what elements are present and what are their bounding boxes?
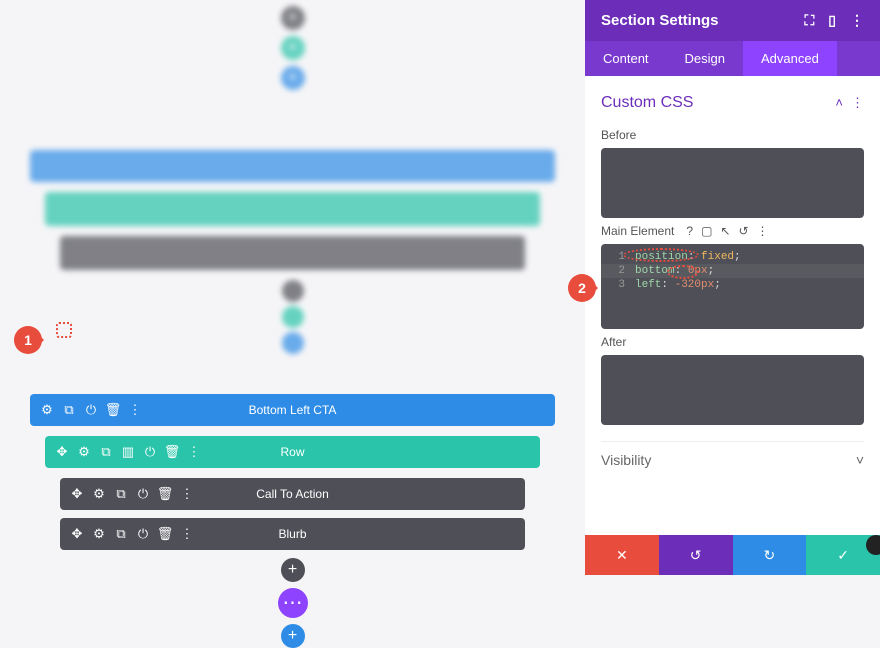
trash-icon[interactable]: 🗑 [106,403,120,417]
panel-title-text: Section Settings [601,12,719,29]
undo-button[interactable]: ↺ [659,535,733,575]
move-icon[interactable]: ✥ [70,527,84,541]
duplicate-icon[interactable]: ⧉ [114,527,128,541]
panel-tabs: Content Design Advanced [585,41,880,76]
tab-design[interactable]: Design [667,41,743,76]
settings-icon[interactable]: ⚙ [92,487,106,501]
blurred-add-section [282,332,304,354]
settings-icon[interactable]: ⚙ [40,403,54,417]
blurred-section-bar [30,150,555,182]
more-icon[interactable]: ⋮ [757,224,769,238]
callout-1-highlight [56,322,72,338]
more-icon[interactable]: ⋮ [180,487,194,501]
panel-body: Custom CSS ˄ ⋮ Before Main Element ? ▢ ↖… [585,76,880,535]
callout-2-highlight-a [623,248,699,262]
before-code-input[interactable] [601,148,864,218]
code-line-3: 3 left: -320px; [601,278,864,292]
callout-2-num: 2 [578,280,586,296]
settings-icon[interactable]: ⚙ [92,527,106,541]
duplicate-icon[interactable]: ⧉ [99,445,113,459]
before-label: Before [601,128,864,142]
module-bar-blurb[interactable]: ✥ ⚙ ⧉ ⏻ 🗑 ⋮ Blurb [60,518,525,550]
module-bar-cta[interactable]: ✥ ⚙ ⧉ ⏻ 🗑 ⋮ Call To Action [60,478,525,510]
callout-2: 2 [568,274,596,302]
more-icon[interactable]: ⋮ [128,403,142,417]
module-label: Call To Action [256,487,329,501]
builder-canvas: + + + ⚙ ⧉ ⏻ 🗑 ⋮ Bottom Left CTA ✥ [0,0,585,575]
panel-header: Section Settings ⛶ ▯ ⋮ Content Design Ad… [585,0,880,76]
chat-bubble[interactable] [866,535,880,555]
tab-content[interactable]: Content [585,41,667,76]
row-bar[interactable]: ✥ ⚙ ⧉ ▥ ⏻ 🗑 ⋮ Row [45,436,540,468]
move-icon[interactable]: ✥ [70,487,84,501]
more-icon[interactable]: ⋮ [187,445,201,459]
trash-icon[interactable]: 🗑 [165,445,179,459]
section-label: Bottom Left CTA [249,403,337,417]
visibility-label: Visibility [601,452,651,468]
duplicate-icon[interactable]: ⧉ [114,487,128,501]
chevron-up-icon[interactable]: ˄ [835,95,843,111]
tab-advanced[interactable]: Advanced [743,41,837,76]
section-bar[interactable]: ⚙ ⧉ ⏻ 🗑 ⋮ Bottom Left CTA [30,394,555,426]
code-line-2: 2 bottom: 0px; [601,264,864,278]
callout-1: 1 [14,326,42,354]
panel-footer: ✕ ↺ ↻ ✓ [585,535,880,575]
help-icon[interactable]: ? [686,224,693,238]
columns-icon[interactable]: ▥ [121,445,135,459]
more-icon[interactable]: ⋮ [180,527,194,541]
hover-icon[interactable]: ↖ [720,224,730,238]
row-label: Row [280,445,304,459]
reset-icon[interactable]: ↺ [738,224,748,238]
power-icon[interactable]: ⏻ [136,487,150,501]
expand-icon[interactable]: ⛶ [804,12,814,29]
callout-1-num: 1 [24,332,32,348]
settings-icon[interactable]: ⚙ [77,445,91,459]
add-module-button[interactable]: + [281,558,305,582]
move-icon[interactable]: ✥ [55,445,69,459]
after-label: After [601,335,864,349]
after-code-input[interactable] [601,355,864,425]
power-icon[interactable]: ⏻ [84,403,98,417]
add-module-button[interactable]: + [281,6,305,30]
accordion-visibility[interactable]: Visibility ˅ [601,441,864,478]
duplicate-icon[interactable]: ⧉ [62,403,76,417]
add-section-button[interactable]: + [281,66,305,90]
module-label: Blurb [278,527,306,541]
add-section-button[interactable]: + [281,624,305,648]
focused-section: ⚙ ⧉ ⏻ 🗑 ⋮ Bottom Left CTA ✥ ⚙ ⧉ ▥ ⏻ 🗑 ⋮ … [30,394,555,648]
discard-button[interactable]: ✕ [585,535,659,575]
main-element-text: Main Element [601,224,674,238]
power-icon[interactable]: ⏻ [136,527,150,541]
responsive-icon[interactable]: ▢ [701,224,712,238]
power-icon[interactable]: ⏻ [143,445,157,459]
settings-panel: Section Settings ⛶ ▯ ⋮ Content Design Ad… [585,0,880,575]
blurred-row-bar [45,192,540,226]
blurred-module-bar [60,236,525,270]
more-actions-button[interactable]: ⋯ [278,588,308,618]
blurred-add-row [282,306,304,328]
blurred-sections: + + + [30,6,555,354]
add-row-button[interactable]: + [281,36,305,60]
more-icon[interactable]: ⋮ [850,12,864,29]
redo-button[interactable]: ↻ [733,535,807,575]
trash-icon[interactable]: 🗑 [158,527,172,541]
callout-2-highlight-b [667,265,699,279]
trash-icon[interactable]: 🗑 [158,487,172,501]
more-icon[interactable]: ⋮ [851,95,864,111]
main-element-code-input[interactable]: 1 position: fixed; 2 bottom: 0px; 3 left… [601,244,864,329]
accordion-label: Custom CSS [601,94,693,112]
blurred-add-module [282,280,304,302]
accordion-custom-css[interactable]: Custom CSS ˄ ⋮ [601,88,864,122]
main-element-label: Main Element ? ▢ ↖ ↺ ⋮ [601,224,864,238]
chevron-down-icon: ˅ [856,452,864,468]
columns-icon[interactable]: ▯ [828,12,836,29]
